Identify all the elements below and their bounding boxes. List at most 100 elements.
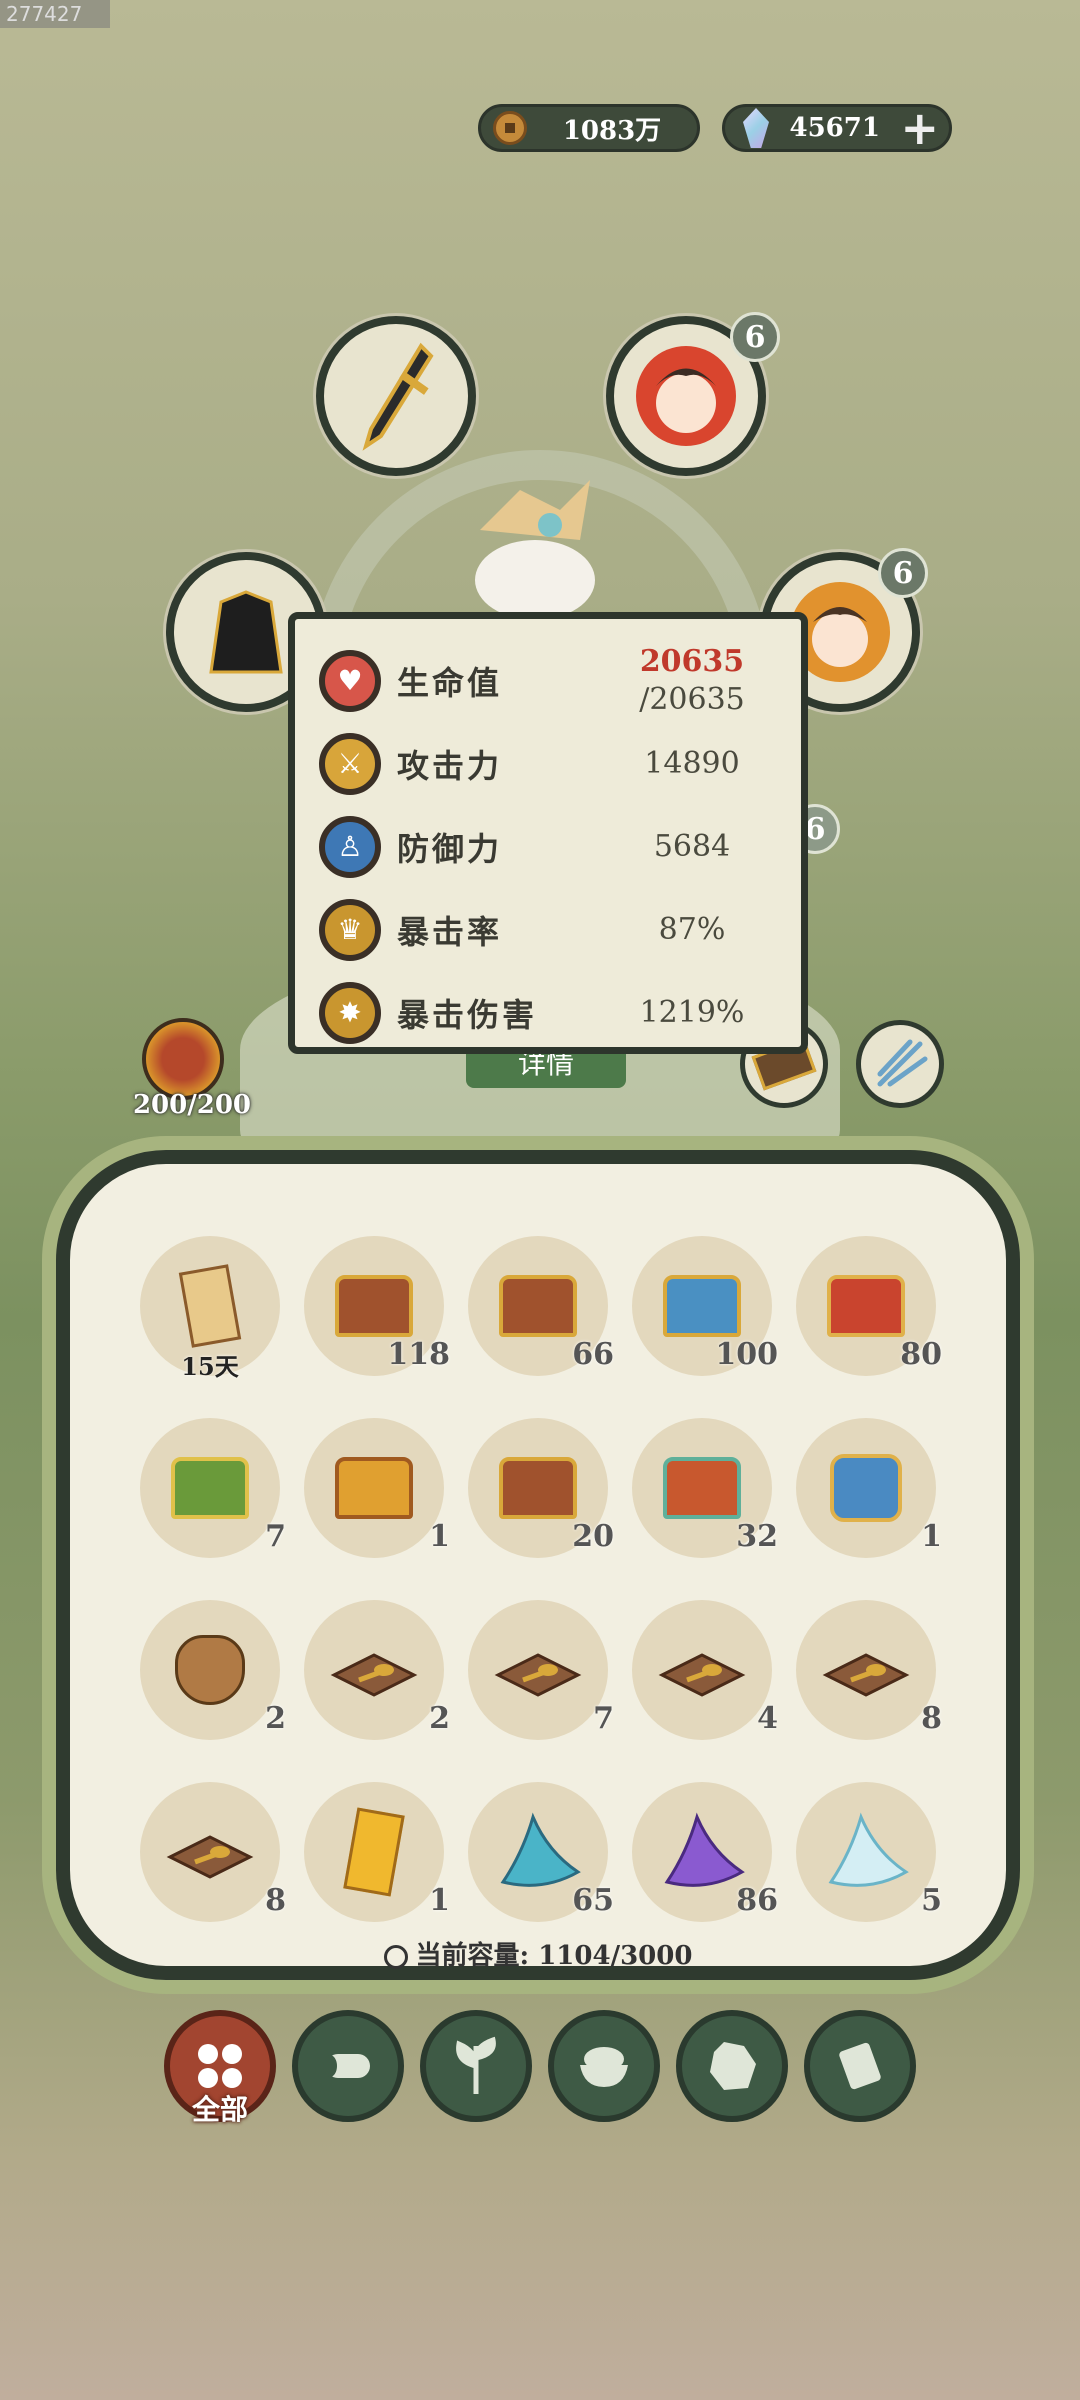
build-id: 277427 [0,0,110,28]
spoon-plate-icon [493,1625,583,1715]
inventory-item[interactable]: 2 [304,1600,450,1740]
jade-chest-icon [657,1443,747,1533]
fan-icon [877,1039,928,1087]
item-count: 8 [921,1701,942,1736]
inventory-item[interactable]: 15天 [140,1236,280,1381]
item-count: 2 [265,1701,286,1736]
pet-level-badge: 6 [730,312,780,362]
inventory-item[interactable]: 8 [796,1600,942,1740]
inventory-item[interactable]: 86 [632,1782,778,1922]
white-fish-icon [821,1807,911,1897]
inventory-item[interactable]: 118 [304,1236,450,1376]
green-chest-icon [165,1443,255,1533]
tab-wood[interactable] [292,2010,404,2122]
item-count: 1 [429,1883,450,1918]
stat-label: 生命值 [397,663,503,702]
stats-panel: ♥ 生命值 20635 /20635 ⚔ 攻击力 14890 ♙ 防御力 568… [288,612,808,1054]
scroll-icon [839,2042,881,2090]
scroll-icon [165,1261,255,1351]
stat-label: 暴击伤害 [397,995,538,1034]
coin-amount: 1083万 [562,115,662,146]
stat-value: 20635 /20635 [607,643,777,719]
tab-scroll[interactable] [804,2010,916,2122]
bowl-icon [580,2047,628,2087]
weapon-slot[interactable] [316,316,476,476]
inventory-item[interactable]: 66 [468,1236,614,1376]
inventory-item[interactable]: 8 [140,1782,286,1922]
tab-food[interactable] [548,2010,660,2122]
inventory-item[interactable]: 1 [304,1782,450,1922]
pet-level-badge: 6 [878,548,928,598]
item-count: 66 [572,1337,614,1372]
ore-icon [710,2042,756,2090]
pouch-icon [165,1625,255,1715]
item-count: 7 [265,1519,286,1554]
item-count: 15天 [181,1352,239,1381]
capacity-label: 当前容量: [415,1941,530,1971]
item-count: 2 [429,1701,450,1736]
item-count: 86 [736,1883,778,1918]
crown-icon: ♛ [319,898,381,961]
inventory-item[interactable]: 100 [632,1236,778,1376]
stat-row-defense: ♙ 防御力 5684 [319,805,777,888]
stat-row-hp: ♥ 生命值 20635 /20635 [319,639,777,722]
chest-icon [493,1443,583,1533]
item-count: 1 [429,1519,450,1554]
item-count: 20 [572,1519,614,1554]
stat-row-attack: ⚔ 攻击力 14890 [319,722,777,805]
inventory-item[interactable]: 65 [468,1782,614,1922]
energy-icon[interactable] [142,1018,224,1100]
accessory-slot[interactable] [856,1020,944,1108]
spoon-plate-icon [165,1807,255,1897]
gem-icon [743,108,769,148]
item-count: 1 [921,1519,942,1554]
item-count: 5 [921,1883,942,1918]
inventory-item[interactable]: 4 [632,1600,778,1740]
stat-label: 防御力 [397,829,503,868]
stat-value: 5684 [653,829,731,864]
dagger-icon [362,342,434,451]
gem-amount: 45671 [789,113,880,143]
coin-counter: 1083万 [478,104,700,152]
hp-current: 20635 [639,643,745,679]
inventory-item[interactable]: 1 [304,1418,450,1558]
capacity-icon [383,1945,408,1969]
purple-fish-icon [657,1807,747,1897]
spoon-plate-icon [329,1625,419,1715]
gold-chest-icon [329,1443,419,1533]
stat-value: 14890 [644,746,740,781]
fish-icon [493,1807,583,1897]
inventory-item[interactable]: 2 [140,1600,286,1740]
grid-icon [198,2044,242,2088]
tab-ore[interactable] [676,2010,788,2122]
inventory-item[interactable]: 5 [796,1782,942,1922]
stat-label: 攻击力 [397,746,503,785]
hp-max: /20635 [639,681,745,717]
herb-icon [456,2036,496,2094]
heart-icon: ♥ [319,649,381,712]
coin-icon [493,111,527,145]
capacity-value: 1104/3000 [538,1941,693,1971]
inventory-item[interactable]: 7 [140,1418,286,1558]
spoon-plate-icon [657,1625,747,1715]
tab-herb[interactable] [420,2010,532,2122]
pet-portrait-icon [636,346,736,446]
inventory-item[interactable]: 80 [796,1236,942,1376]
stat-row-crit-rate: ♛ 暴击率 87% [319,888,777,971]
stat-label: 暴击率 [397,912,503,951]
sword-icon: ⚔ [319,732,381,795]
inventory-item[interactable]: 20 [468,1418,614,1558]
person-icon: ♙ [319,815,381,878]
inventory-item[interactable]: 7 [468,1600,614,1740]
add-gems-button[interactable]: + [900,105,939,151]
character-portrait [450,470,620,620]
item-count: 7 [593,1701,614,1736]
gift-bag-icon [821,1443,911,1533]
robe-icon [209,590,283,674]
inventory-item[interactable]: 1 [796,1418,942,1558]
inventory-item[interactable]: 32 [632,1418,778,1558]
stat-row-crit-damage: ✸ 暴击伤害 1219% [319,971,777,1054]
item-count: 80 [900,1337,942,1372]
log-icon [323,2054,370,2078]
gem-counter: 45671 + [722,104,952,152]
